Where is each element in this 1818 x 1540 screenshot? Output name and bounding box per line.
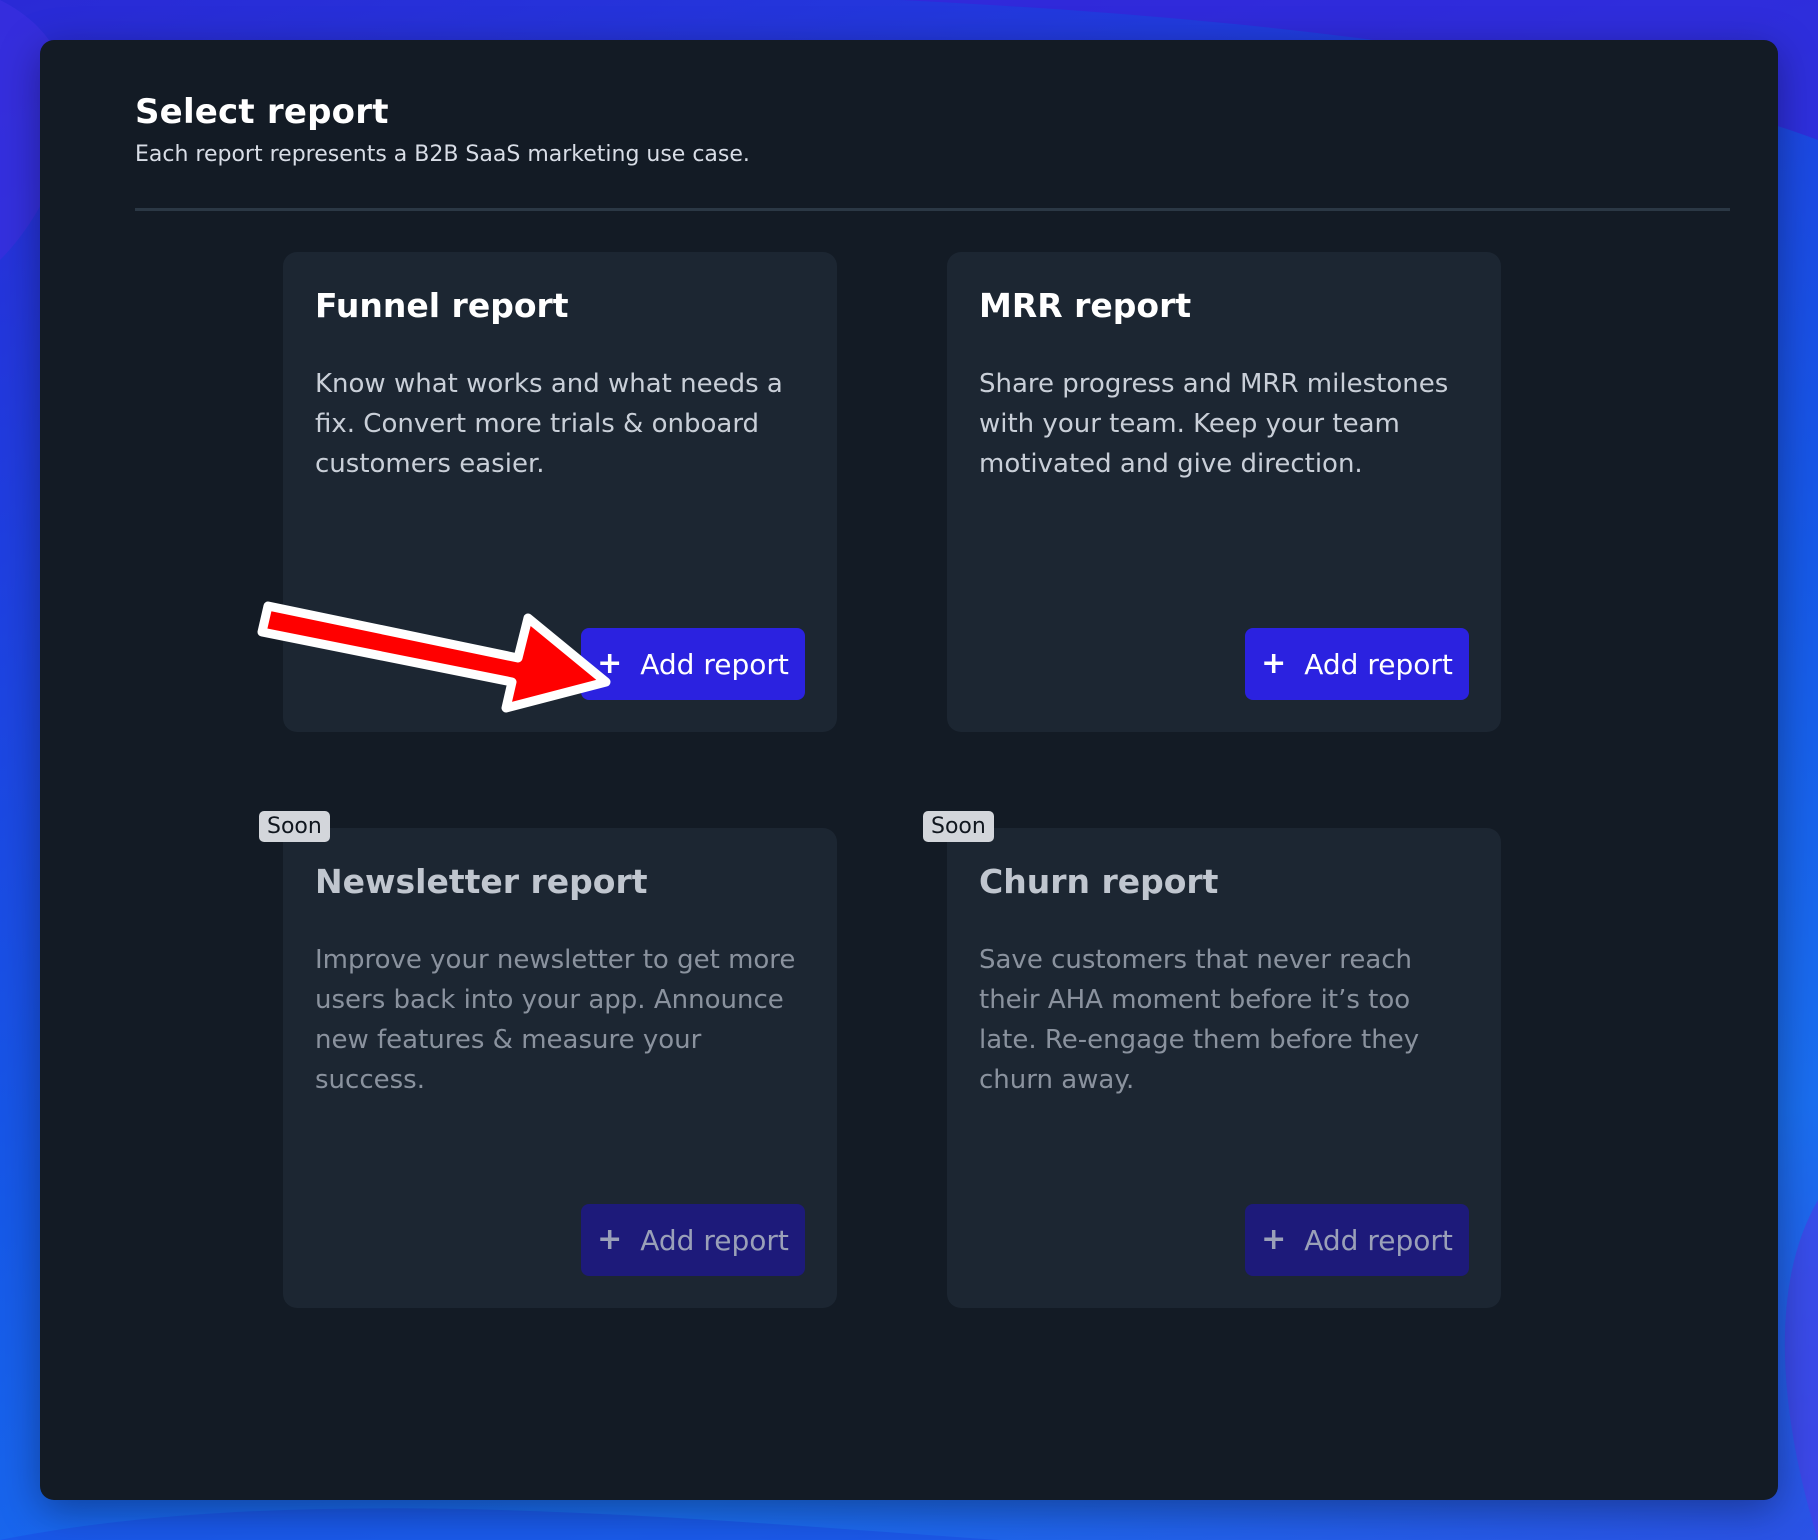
button-label: Add report bbox=[640, 1223, 789, 1257]
soon-badge: Soon bbox=[259, 811, 330, 842]
churn-report-card: Churn report Save customers that never r… bbox=[947, 828, 1501, 1308]
button-label: Add report bbox=[1304, 1223, 1453, 1257]
card-description: Know what works and what needs a fix. Co… bbox=[315, 369, 783, 479]
header-divider bbox=[135, 208, 1730, 211]
red-arrow-icon bbox=[257, 601, 611, 713]
card-title: Newsletter report bbox=[315, 862, 648, 901]
plus-icon: + bbox=[597, 1222, 623, 1257]
add-newsletter-report-button[interactable]: + Add report bbox=[581, 1204, 805, 1276]
mrr-report-card: MRR report Share progress and MRR milest… bbox=[947, 252, 1501, 732]
page-title: Select report bbox=[135, 92, 389, 132]
card-title: Churn report bbox=[979, 862, 1219, 901]
button-label: Add report bbox=[1304, 647, 1453, 681]
newsletter-report-card: Newsletter report Improve your newslette… bbox=[283, 828, 837, 1308]
add-mrr-report-button[interactable]: + Add report bbox=[1245, 628, 1469, 700]
plus-icon: + bbox=[1261, 1222, 1287, 1257]
card-title: Funnel report bbox=[315, 286, 569, 325]
page-subtitle: Each report represents a B2B SaaS market… bbox=[135, 142, 750, 167]
soon-badge: Soon bbox=[923, 811, 994, 842]
panel-header: Select report Each report represents a B… bbox=[135, 92, 1730, 167]
plus-icon: + bbox=[1261, 646, 1287, 681]
card-description: Improve your newsletter to get more user… bbox=[315, 945, 796, 1095]
card-title: MRR report bbox=[979, 286, 1192, 325]
button-label: Add report bbox=[640, 647, 789, 681]
add-churn-report-button[interactable]: + Add report bbox=[1245, 1204, 1469, 1276]
card-description: Save customers that never reach their AH… bbox=[979, 945, 1420, 1095]
card-description: Share progress and MRR milestones with y… bbox=[979, 369, 1449, 479]
